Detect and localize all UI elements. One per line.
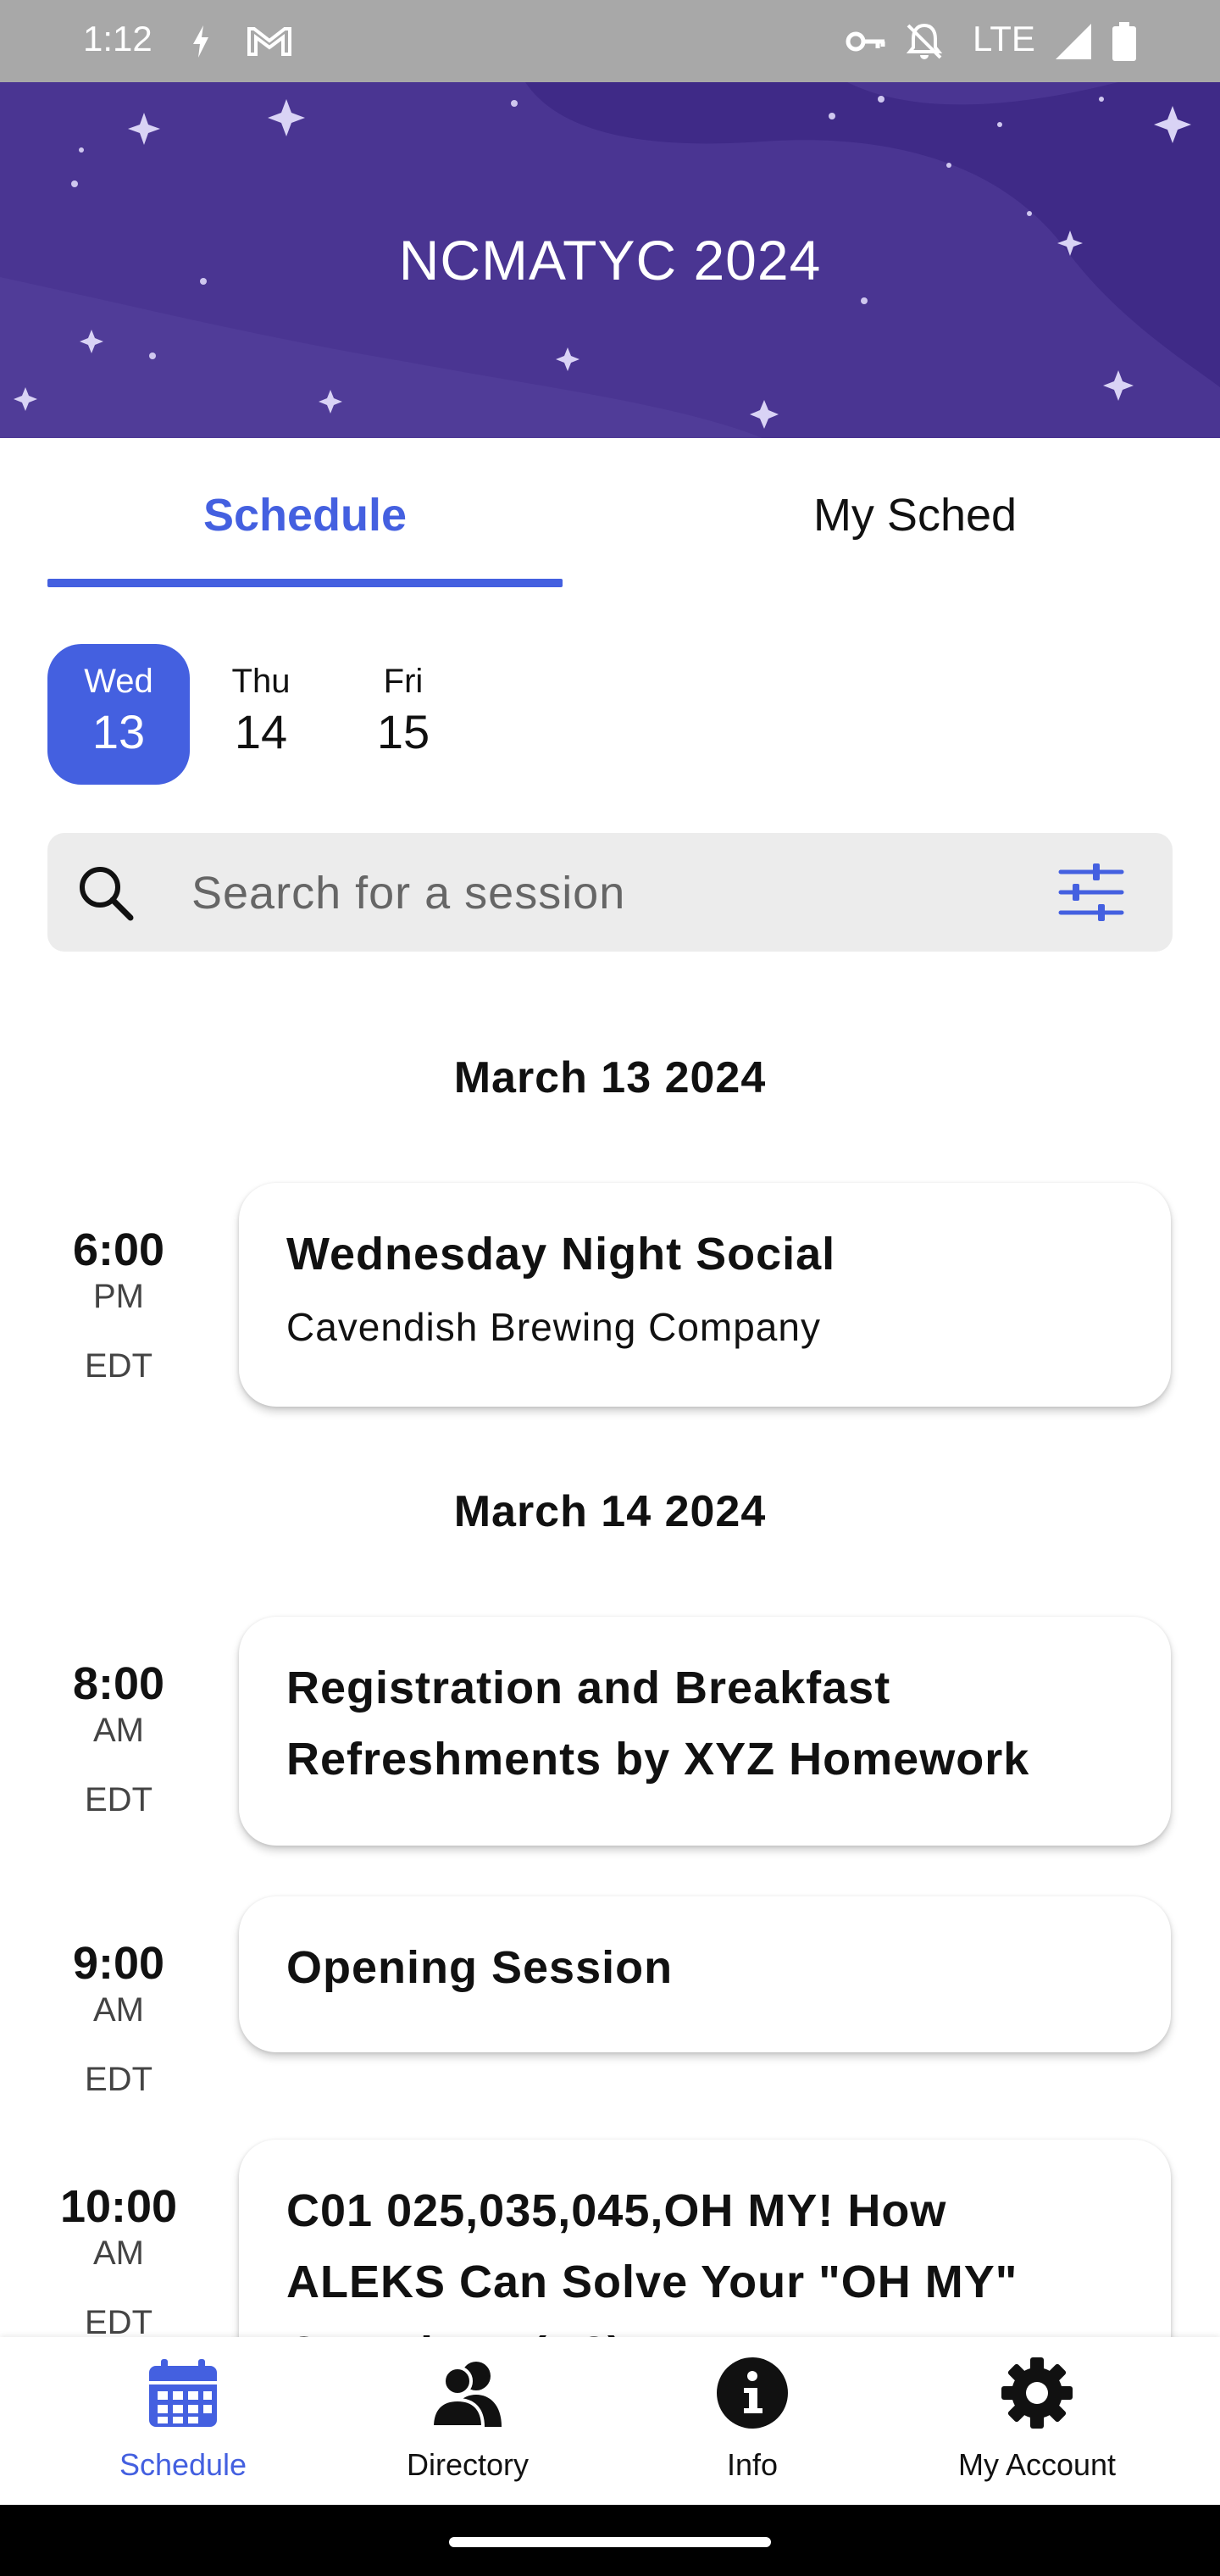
session-title-line: ALEKS Can Solve Your "OH MY" <box>286 2257 1018 2307</box>
day-number: 15 <box>376 705 430 758</box>
session-title: Wednesday Night Social <box>286 1229 836 1280</box>
time-ampm: AM <box>93 1991 144 2029</box>
sliders-icon[interactable] <box>1056 858 1127 926</box>
day-fri[interactable]: Fri 15 <box>332 644 474 785</box>
time-value: 6:00 <box>72 1224 165 1275</box>
session-title-line: C01 025,035,045,OH MY! How <box>286 2185 947 2236</box>
day-number: 14 <box>234 705 288 758</box>
day-wed[interactable]: Wed 13 <box>47 644 190 785</box>
nav-schedule[interactable]: Schedule <box>41 2337 325 2505</box>
nav-info[interactable]: Info <box>610 2337 895 2505</box>
search-bar <box>47 833 1173 952</box>
time-ampm: PM <box>93 1278 144 1315</box>
nav-directory[interactable]: Directory <box>325 2337 610 2505</box>
session-time: 10:00 AM EDT <box>34 2181 203 2337</box>
nav-label: Schedule <box>119 2447 247 2482</box>
info-icon <box>717 2357 788 2429</box>
tab-my-sched[interactable]: My Sched <box>657 489 1173 541</box>
time-zone: EDT <box>85 2304 152 2337</box>
time-zone: EDT <box>85 1347 152 1385</box>
content-area[interactable]: NCMATYC 2024 Schedule My Sched Wed 13 Th… <box>0 0 1220 2337</box>
tab-schedule[interactable]: Schedule <box>47 489 563 541</box>
bottom-nav: Schedule Directory Info My Account <box>0 2337 1220 2505</box>
calendar-icon <box>149 2359 217 2427</box>
active-tab-indicator <box>47 579 563 587</box>
day-number: 13 <box>92 705 146 758</box>
date-heading: March 13 2024 <box>453 1053 767 1102</box>
nav-my-account[interactable]: My Account <box>895 2337 1179 2505</box>
app-header: NCMATYC 2024 <box>0 82 1220 438</box>
page-title: NCMATYC 2024 <box>398 229 822 291</box>
time-value: 8:00 <box>72 1658 165 1709</box>
session-card[interactable]: Registration and Breakfast Refreshments … <box>239 1617 1171 1846</box>
gear-icon <box>1001 2357 1073 2429</box>
nav-label: Directory <box>406 2447 530 2482</box>
session-title-line: Questions (D8) <box>286 2318 1137 2337</box>
time-value: 10:00 <box>59 2181 178 2232</box>
time-value: 9:00 <box>72 1938 165 1989</box>
session-time: 6:00 PM EDT <box>34 1224 203 1387</box>
session-location: Cavendish Brewing Company <box>286 1305 821 1349</box>
time-ampm: AM <box>93 2235 144 2272</box>
session-title: Opening Session <box>286 1942 674 1993</box>
session-time: 8:00 AM EDT <box>34 1658 203 1821</box>
session-card[interactable]: Opening Session <box>239 1896 1171 2052</box>
session-title-line: Registration and Breakfast <box>286 1663 891 1713</box>
nav-label: Info <box>726 2447 779 2482</box>
session-time: 9:00 AM EDT <box>34 1938 203 2101</box>
day-name: Thu <box>231 663 291 700</box>
tab-bar: Schedule My Sched <box>0 438 1220 591</box>
session-card[interactable]: C01 025,035,045,OH MY! How ALEKS Can Sol… <box>239 2140 1171 2337</box>
time-zone: EDT <box>85 1781 152 1818</box>
day-thu[interactable]: Thu 14 <box>190 644 332 785</box>
time-zone: EDT <box>85 2061 152 2098</box>
session-title-line: Refreshments by XYZ Homework <box>286 1734 1030 1785</box>
people-icon <box>430 2362 502 2429</box>
day-name: Fri <box>383 663 424 700</box>
day-name: Wed <box>84 663 153 700</box>
time-ampm: AM <box>93 1712 144 1749</box>
system-nav-bar <box>0 2505 1220 2576</box>
search-icon[interactable] <box>73 860 137 924</box>
nav-label: My Account <box>957 2447 1117 2482</box>
date-heading: March 14 2024 <box>453 1487 767 1536</box>
session-card[interactable]: Wednesday Night Social Cavendish Brewing… <box>239 1183 1171 1407</box>
home-gesture-handle[interactable] <box>449 2537 771 2547</box>
search-input[interactable] <box>190 858 1023 928</box>
